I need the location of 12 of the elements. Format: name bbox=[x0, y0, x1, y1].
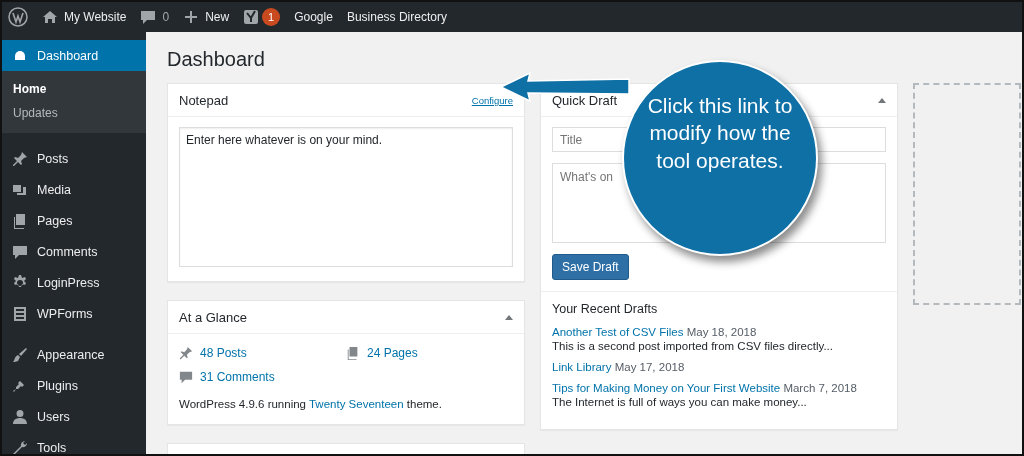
version-text: WordPress 4.9.6 running Twenty Seventeen theme. bbox=[179, 398, 443, 410]
panel-title: At a Glance bbox=[179, 309, 247, 325]
panel-title: Notepad bbox=[179, 92, 229, 108]
panel-title: Quick Draft bbox=[552, 92, 617, 108]
recent-drafts-heading: Your Recent Drafts bbox=[552, 302, 659, 316]
draft-excerpt: This is a second post imported from CSV files directly... bbox=[552, 340, 834, 352]
page-title: Dashboard bbox=[167, 48, 266, 71]
draft-excerpt: The Internet is full of ways you can make money... bbox=[552, 396, 808, 408]
draft-date: May 17, 2018 bbox=[614, 361, 685, 373]
draft-date: May 18, 2018 bbox=[686, 326, 757, 338]
notification-badge: 1 bbox=[262, 8, 281, 26]
draft-date: March 7, 2018 bbox=[783, 382, 857, 394]
